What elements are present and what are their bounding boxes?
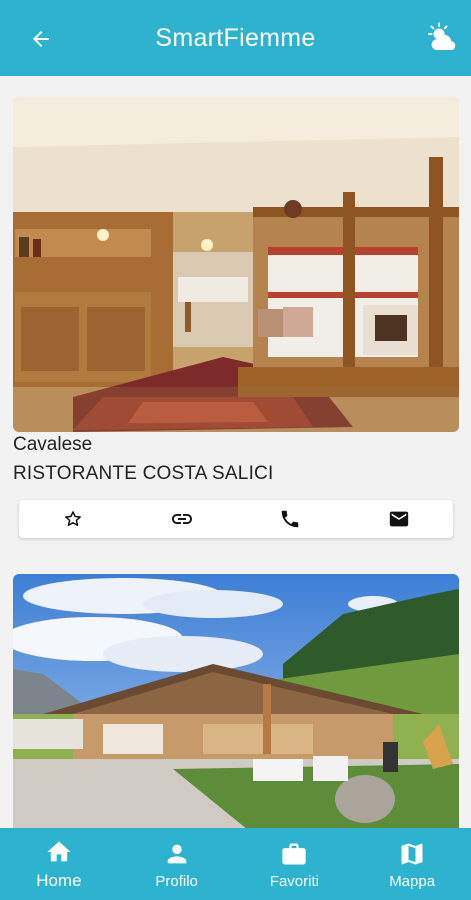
- app-bar: SmartFiemme: [0, 0, 471, 76]
- nav-home[interactable]: Home: [0, 828, 118, 900]
- nav-mappa-label: Mappa: [389, 872, 436, 890]
- alpine-restaurant-exterior-photo[interactable]: [13, 574, 459, 828]
- weather-button[interactable]: [425, 22, 461, 56]
- website-button[interactable]: [128, 500, 237, 538]
- nav-mappa[interactable]: Mappa: [353, 828, 471, 900]
- nav-favoriti[interactable]: Favoriti: [236, 828, 354, 900]
- person-icon: [167, 844, 186, 863]
- arrow-left-icon: [33, 31, 49, 47]
- restaurant-interior-photo[interactable]: [13, 97, 459, 432]
- link-icon: [171, 514, 192, 524]
- phone-icon: [282, 510, 299, 528]
- favorite-button[interactable]: [19, 500, 128, 538]
- partly-cloudy-icon: [428, 22, 456, 50]
- bottom-navigation: Home Profilo Favoriti Mappa: [0, 828, 471, 900]
- nav-profilo[interactable]: Profilo: [118, 828, 236, 900]
- home-icon: [47, 841, 71, 862]
- app-title: SmartFiemme: [155, 23, 316, 52]
- nav-home-label: Home: [36, 871, 82, 890]
- nav-profilo-label: Profilo: [155, 872, 198, 890]
- back-button[interactable]: [24, 22, 58, 56]
- email-button[interactable]: [345, 500, 454, 538]
- call-button[interactable]: [236, 500, 345, 538]
- email-icon: [389, 511, 408, 527]
- listing-name[interactable]: RISTORANTE COSTA SALICI: [13, 463, 273, 485]
- nav-favoriti-label: Favoriti: [269, 872, 319, 890]
- listings-feed[interactable]: Cavalese RISTORANTE COSTA SALICI: [0, 76, 471, 828]
- briefcase-icon: [282, 843, 307, 864]
- star-outline-icon: [65, 511, 82, 526]
- listing-town: Cavalese: [13, 434, 93, 455]
- listing-actions: [19, 500, 453, 538]
- map-icon: [401, 843, 423, 864]
